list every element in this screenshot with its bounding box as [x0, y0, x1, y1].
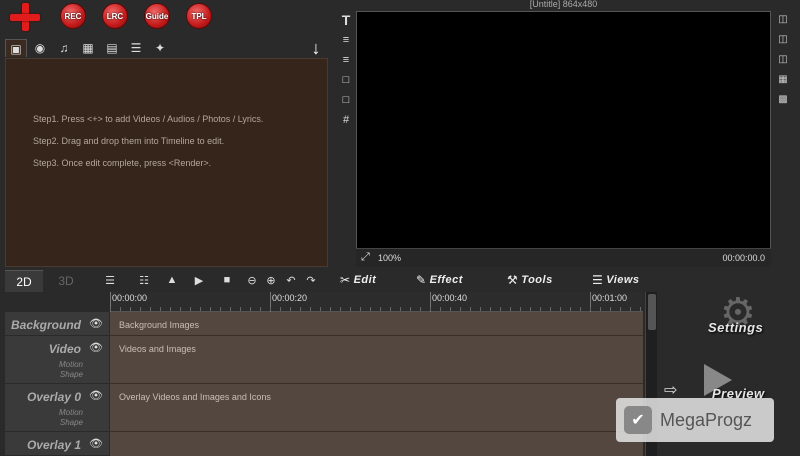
track-name: Overlay 0 — [26, 390, 81, 404]
tab-3d[interactable]: 3D — [47, 270, 85, 292]
zoom-out-icon[interactable]: ⊖ — [245, 270, 259, 290]
layout1-icon[interactable]: ◫ — [776, 12, 790, 26]
eye-icon[interactable]: 👁 — [89, 437, 103, 450]
views-icon: ☰ — [592, 273, 604, 287]
pen-icon: ✎ — [416, 273, 427, 287]
timeline-ruler[interactable]: 00:00:00 00:00:20 00:00:40 00:01:00 — [110, 292, 643, 312]
track-sub-motion: Motion — [58, 408, 83, 417]
menu-icon[interactable]: ☰ — [100, 270, 120, 290]
step3-text: Step3. Once edit complete, press <Render… — [33, 158, 212, 168]
align-left-icon[interactable]: ≡ — [338, 32, 354, 48]
step2-text: Step2. Drag and drop them into Timeline … — [33, 136, 225, 146]
photo-tab-icon[interactable]: ◉ — [29, 39, 51, 57]
add-media-button[interactable] — [10, 3, 40, 31]
track-labels-column: Background 👁 Video 👁 Motion Shape Overla… — [5, 312, 109, 456]
ruler-label-0: 00:00:00 — [112, 293, 148, 303]
up-icon[interactable]: ▲ — [163, 270, 181, 290]
rec-button[interactable]: REC — [60, 3, 86, 29]
edit-label: Edit — [353, 274, 377, 286]
settings-button[interactable]: Settings — [708, 320, 763, 335]
track-name: Background — [10, 318, 81, 332]
tab-2d[interactable]: 2D — [5, 270, 43, 292]
track-sub-motion: Motion — [58, 360, 83, 369]
lane-overlay0[interactable]: Overlay Videos and Images and Icons — [110, 384, 643, 432]
views-label: Views — [606, 274, 640, 286]
eye-icon[interactable]: 👁 — [89, 317, 103, 330]
grid-tool-icon[interactable]: # — [338, 112, 354, 128]
timeline-tracks[interactable]: Background Images Videos and Images Over… — [110, 312, 643, 456]
ruler-label-2: 00:00:40 — [432, 293, 468, 303]
track-row-background[interactable]: Background 👁 — [5, 312, 109, 336]
lane-text: Videos and Images — [119, 344, 196, 354]
track-name: Video — [48, 342, 81, 356]
layout5-icon[interactable]: ▩ — [776, 92, 790, 106]
eye-icon[interactable]: 👁 — [89, 389, 103, 402]
effect-menu[interactable]: ✎ Effect — [416, 271, 463, 289]
scissors-icon: ✂ — [340, 273, 351, 287]
layout2-icon[interactable]: ◫ — [776, 32, 790, 46]
track-sub-shape: Shape — [59, 370, 83, 379]
expand-icon[interactable]: ⤢ — [361, 251, 370, 264]
text-tool-icon[interactable]: T — [338, 12, 354, 28]
video-tab-icon[interactable]: ▣ — [5, 39, 27, 57]
lane-background[interactable]: Background Images — [110, 312, 643, 336]
track-row-overlay1[interactable]: Overlay 1 👁 — [5, 432, 109, 456]
list-icon[interactable]: ☷ — [136, 270, 152, 290]
edit-menu[interactable]: ✂ Edit — [340, 271, 376, 289]
download-arrow-icon[interactable]: ↓ — [306, 38, 326, 58]
effect-label: Effect — [429, 274, 463, 286]
lyrics-tab-icon[interactable]: ☰ — [125, 39, 147, 57]
watermark-text: MegaProgz — [660, 409, 753, 430]
tpl-button[interactable]: TPL — [186, 3, 212, 29]
play-icon[interactable]: ▶ — [190, 270, 208, 290]
track-sub-shape: Shape — [59, 418, 83, 427]
ruler-label-1: 00:00:20 — [272, 293, 308, 303]
plugin-tab-icon[interactable]: ✦ — [149, 39, 171, 57]
scrollbar-thumb[interactable] — [648, 294, 656, 330]
zoom-level: 100% — [378, 253, 402, 263]
undo-icon[interactable]: ↶ — [284, 270, 298, 290]
ruler-ticks — [110, 307, 643, 311]
tools-menu[interactable]: ⚒ Tools — [507, 271, 553, 289]
preview-time: 00:00:00.0 — [722, 253, 765, 263]
layout3-icon[interactable]: ◫ — [776, 52, 790, 66]
zoom-in-icon[interactable]: ⊕ — [264, 270, 278, 290]
track-row-overlay0[interactable]: Overlay 0 👁 Motion Shape — [5, 384, 109, 432]
lrc-button[interactable]: LRC — [102, 3, 128, 29]
redo-icon[interactable]: ↷ — [304, 270, 318, 290]
tools-label: Tools — [521, 274, 553, 286]
wrench-icon: ⚒ — [507, 273, 519, 287]
step1-text: Step1. Press <+> to add Videos / Audios … — [33, 114, 264, 124]
watermark: ✔ MegaProgz — [616, 398, 774, 442]
track-row-video[interactable]: Video 👁 Motion Shape — [5, 336, 109, 384]
image-tab-icon[interactable]: ▤ — [101, 39, 123, 57]
music-tab-icon[interactable]: ♫ — [53, 39, 75, 57]
layout4-icon[interactable]: ▦ — [776, 72, 790, 86]
lane-video[interactable]: Videos and Images — [110, 336, 643, 384]
timeline-mode-tabs: 2D 3D — [5, 270, 105, 292]
align-right-icon[interactable]: ≡ — [338, 52, 354, 68]
arrow-right-icon[interactable]: ⇨ — [664, 380, 677, 400]
preview-title: [Untitle] 864x480 — [529, 0, 598, 9]
lane-text: Background Images — [119, 320, 200, 330]
eye-icon[interactable]: 👁 — [89, 341, 103, 354]
views-menu[interactable]: ☰ Views — [592, 271, 640, 289]
media-library-panel: Step1. Press <+> to add Videos / Audios … — [5, 58, 328, 267]
film-tab-icon[interactable]: ▦ — [77, 39, 99, 57]
preview-status-bar: ⤢ 100% 00:00:00.0 — [356, 248, 771, 267]
align-bottom-icon[interactable]: □ — [338, 92, 354, 108]
ruler-label-3: 00:01:00 — [592, 293, 628, 303]
lane-text: Overlay Videos and Images and Icons — [119, 392, 271, 402]
watermark-logo-icon: ✔ — [624, 406, 652, 434]
track-name: Overlay 1 — [26, 438, 81, 452]
guide-button[interactable]: Guide — [144, 3, 170, 29]
align-top-icon[interactable]: □ — [338, 72, 354, 88]
stop-icon[interactable]: ■ — [218, 270, 236, 290]
preview-canvas[interactable] — [356, 11, 771, 267]
